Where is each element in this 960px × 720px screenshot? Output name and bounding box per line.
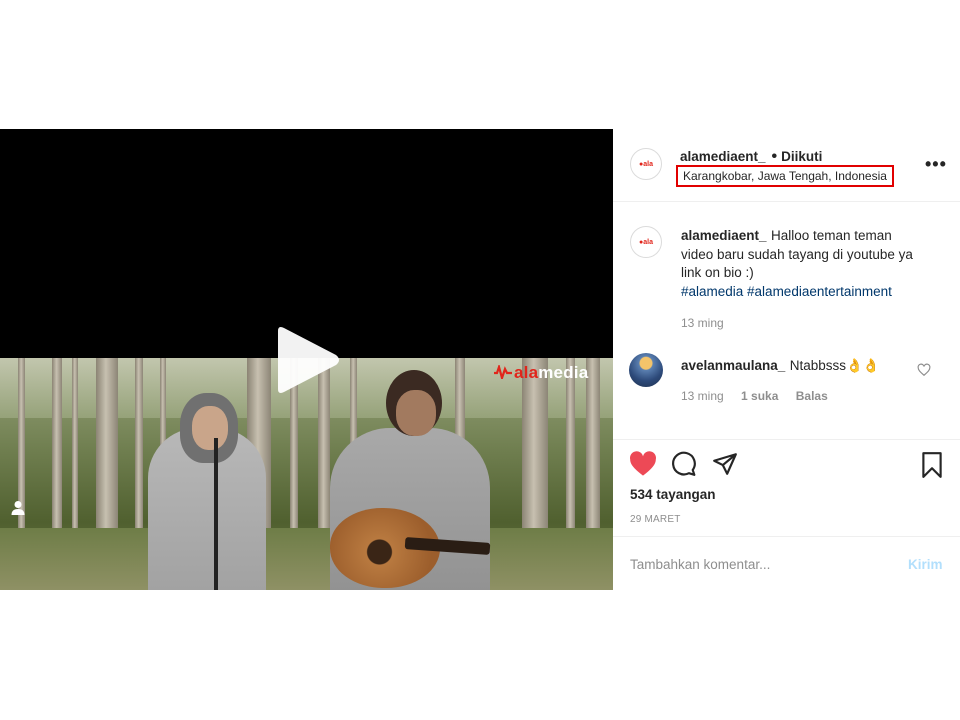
post-side-panel: ●ala alamediaent_ • Diikuti Karangkobar, J… [613,129,960,590]
comment-item: avelanmaulana_ Ntabbsss👌👌 [681,357,880,375]
caption-avatar[interactable]: ●ala [630,226,662,258]
send-button[interactable]: Kirim [908,557,943,572]
comment-meta: 13 ming 1 suka Balas [681,389,842,403]
alamedia-watermark: alamedia [494,363,588,383]
caption-timestamp[interactable]: 13 ming [681,316,724,330]
header-username[interactable]: alamediaent_ [680,149,766,164]
action-bar [629,451,949,479]
comment-like-heart-icon[interactable] [917,363,931,377]
alamedia-logo-icon: ●ala [639,238,653,246]
share-icon[interactable] [712,451,738,477]
commenter-avatar[interactable] [629,353,663,387]
separator-dot: • [771,148,778,165]
heart-icon[interactable] [629,451,657,477]
bookmark-icon[interactable] [919,451,945,479]
microphone-stand [214,438,218,590]
comment-username[interactable]: avelanmaulana_ [681,358,785,373]
follow-status-button[interactable]: Diikuti [781,149,822,164]
play-icon[interactable] [272,325,342,395]
comment-input[interactable]: Tambahkan komentar... [630,557,770,572]
caption-hashtags[interactable]: #alamedia #alamediaentertainment [681,284,892,299]
comment-likes[interactable]: 1 suka [741,389,778,403]
post-date[interactable]: 29 MARET [630,514,681,525]
view-count[interactable]: 534 tayangan [630,487,716,502]
more-options-icon[interactable]: ••• [925,154,947,175]
comment-reply-button[interactable]: Balas [796,389,828,403]
location-link[interactable]: Karangkobar, Jawa Tengah, Indonesia [676,165,894,187]
comment-timestamp[interactable]: 13 ming [681,389,724,403]
post-media[interactable]: alamedia [0,129,613,590]
divider [613,536,960,537]
comment-icon[interactable] [670,451,697,477]
alamedia-logo-icon: ●ala [639,160,653,168]
caption-username[interactable]: alamediaent_ [681,228,767,243]
post-header: alamediaent_ • Diikuti [680,148,822,166]
profile-avatar[interactable]: ●ala [630,148,662,180]
divider [613,439,960,440]
comment-text: Ntabbsss👌👌 [789,358,880,373]
user-tag-icon[interactable] [10,500,26,516]
caption-text: alamediaent_ Halloo teman teman video ba… [681,227,921,301]
divider [613,201,960,202]
